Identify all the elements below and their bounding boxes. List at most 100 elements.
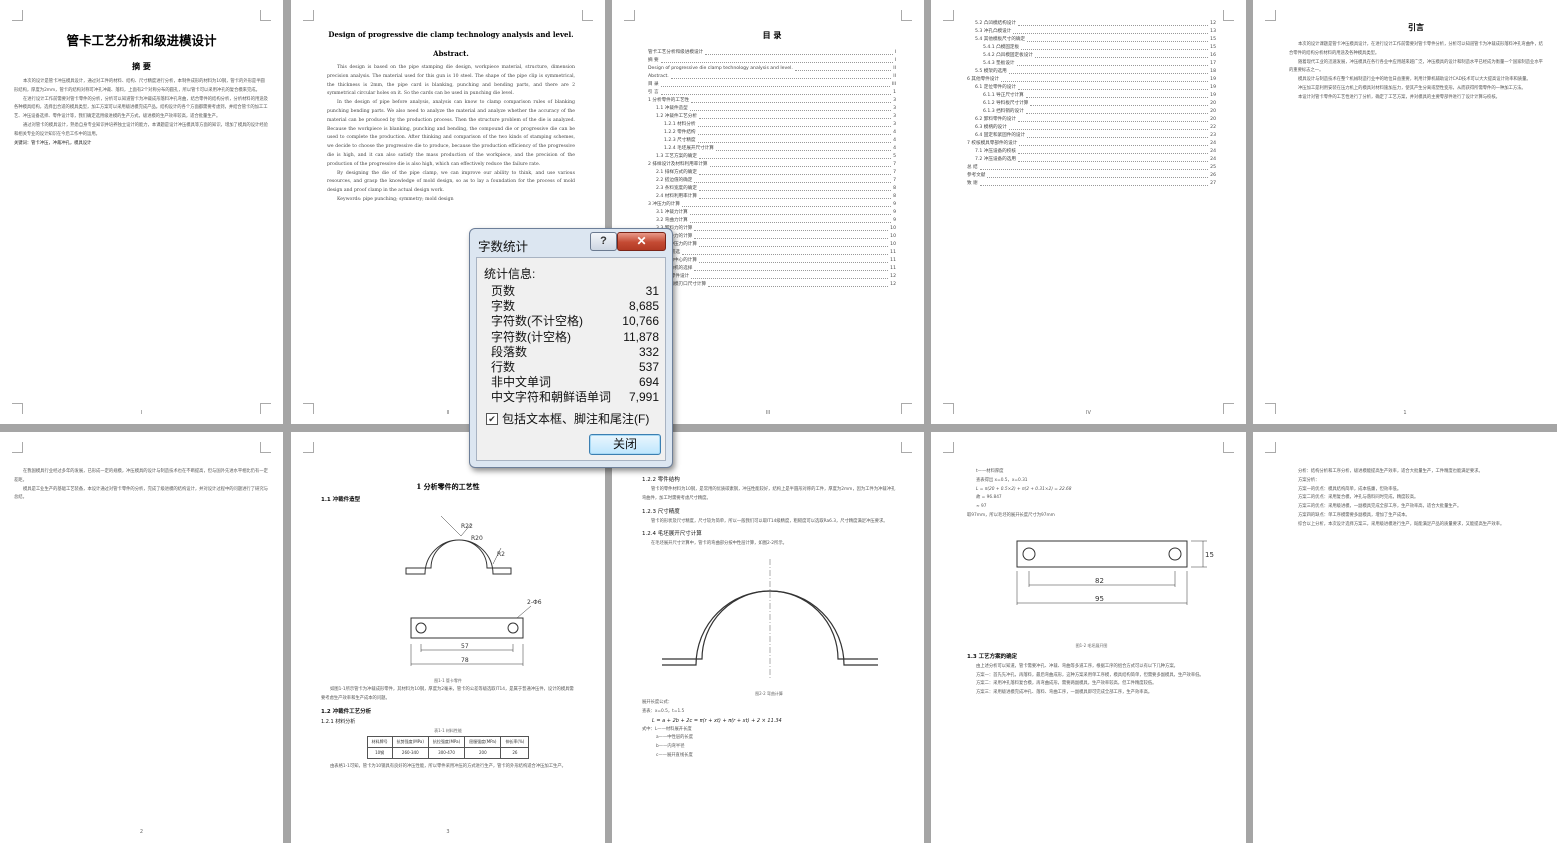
calc-line: b——内弯半径 [656,744,685,750]
toc-entry-page: 9 [893,210,896,215]
abstract-para: In the design of pipe before analysis, a… [327,100,575,167]
toc-entry[interactable]: 7 校核模具零部件的设计 24 [967,140,1216,148]
toc-entry[interactable]: 管卡工艺分析和级进模设计 I [648,49,896,57]
toc-entry[interactable]: 5.4.2 凸凹模固定板设计 16 [967,52,1216,60]
toc-entry[interactable]: 2.4 材料利用率计算 8 [648,193,896,201]
dim-label: R20 [471,535,483,542]
toc-entry[interactable]: 4 压力机的初选11 [648,249,896,257]
toc-entry[interactable]: 6.1 定位零件的设计 19 [967,84,1216,92]
toc-leader [689,217,892,223]
toc-entry[interactable]: 1.1 冲裁件造型 3 [648,105,896,113]
toc-entry[interactable]: 1.2.2 零件结构 4 [648,129,896,137]
close-button[interactable]: 关闭 [589,434,661,455]
body-para: 本设计对管卡零件的工艺性进行了分析，确定了工艺方案，并对模具的主要零部件进行了设… [1298,94,1500,100]
toc-entry[interactable]: 5.5 模架的选用 18 [967,68,1216,76]
page-title: 管卡工艺分析和级进模设计 [66,33,217,48]
dim-label: 95 [1095,595,1104,603]
toc-entry-page: 4 [893,146,896,151]
checkbox-check-icon[interactable]: ✔ [486,412,498,425]
page-number: 3 [446,829,450,835]
table-cell: 260-340 [391,746,429,759]
toc-entry-title: 致 谢 [967,181,978,186]
toc-entry-title: 2.4 材料利用率计算 [656,194,697,199]
toc-entry[interactable]: Design of progressive die clamp technolo… [648,65,896,73]
body-para: 方案一的优点：模具结构简单，成本低廉，但效率低。 [1298,486,1402,492]
chapter-title: 1 分析零件的工艺性 [416,482,480,491]
toc-entry[interactable]: 3 冲压力的计算 9 [648,201,896,209]
help-button[interactable]: ? [590,232,617,251]
toc-entry[interactable]: 5.4.3 垫板设计 17 [967,60,1216,68]
toc-entry[interactable]: 3.2 弯曲力计算 9 [648,217,896,225]
toc-entry[interactable]: 2.1 排样方式的确定 7 [648,169,896,177]
toc-entry[interactable]: 1 分析零件的工艺性 3 [648,97,896,105]
toc-entry[interactable]: 5.4.1 凸模固定板 15 [967,44,1216,52]
stat-label: 字符数(计空格) [491,329,571,344]
toc-entry[interactable]: Abstract. II [648,73,896,81]
toc-entry[interactable]: 1.2.3 尺寸精度 4 [648,137,896,145]
close-x-button[interactable]: ✕ [617,232,666,251]
toc-entry[interactable]: 引 言 1 [648,89,896,97]
body-para: 方案一：首先先冲孔，再落料，最后弯曲成形，这种方案采用单工序模，模具结构简单，但… [976,672,1204,678]
toc-entry[interactable]: 5 模具工作零件设计12 [648,273,896,281]
page-7: 1 分析零件的工艺性 1.1 冲裁件造型 R22 R20 R2 57 78 2-… [291,432,605,843]
dim-label: R22 [461,523,473,530]
calc-line: 取97mm，所以毛坯的展开长度尺寸为97mm [967,512,1055,518]
toc-entry[interactable]: 1.2.1 材料分析 3 [648,121,896,129]
toc-entry[interactable]: 4.2 压力机的选择 11 [648,265,896,273]
toc-entry-title: 7 校核模具零部件的设计 [967,141,1018,146]
toc-entry[interactable]: 3.1 冲裁力计算 9 [648,209,896,217]
toc-entry[interactable]: 总 结 25 [967,164,1216,172]
toc-entry[interactable]: 3.3 卸料力的计算 10 [648,225,896,233]
toc-entry[interactable]: 6.1.3 挡料销的设计 20 [967,108,1216,116]
body-para: 由表格1-1可知，管卡为10钢具有良好的冲压性能，所以零件采用冲压的方式进行生产… [330,763,566,769]
toc-entry-page: 17 [1210,61,1216,66]
toc-entry[interactable]: 1.2 冲裁件工艺分析 3 [648,113,896,121]
toc-entry-page: 3 [893,114,896,119]
toc-entry-title: 5.5 模架的选用 [975,69,1007,74]
toc-entry[interactable]: 1.3 工艺方案的确定 5 [648,153,896,161]
toc-entry-page: 9 [893,218,896,223]
toc-entry[interactable]: 目 录 III [648,81,896,89]
toc-entry-page: 11 [890,266,896,271]
toc-entry[interactable]: 致 谢 27 [967,180,1216,188]
toc-leader [709,161,892,167]
toc-entry[interactable]: 5.2 凸凹模结构设计 12 [967,20,1216,28]
toc-entry[interactable]: 6.4 固定和紧固件的设计 23 [967,132,1216,140]
toc-entry[interactable]: 1.2.4 毛坯展开尺寸计算 4 [648,145,896,153]
toc-entry[interactable]: 2 排样设计及材料利用率计算 7 [648,161,896,169]
toc-entry[interactable]: 6.3 模柄的设计 22 [967,124,1216,132]
toc-entry[interactable]: 5.1 凸凹模刃口尺寸计算 12 [648,281,896,289]
toc-entry-title: 7.1 冲压设备的校核 [975,149,1016,154]
toc-entry[interactable]: 4.1 压力中心的计算 11 [648,257,896,265]
body-para: 方案分析： [1298,477,1320,483]
toc-leader [698,113,892,119]
subsection-heading: 1.2.4 毛坯展开尺寸计算 [642,531,702,538]
include-textboxes-checkbox[interactable]: ✔ 包括文本框、脚注和尾注(F) [486,410,649,427]
toc-entry[interactable]: 2.2 搭边值的确定 7 [648,177,896,185]
toc-leader [1017,20,1209,26]
toc-entry[interactable]: 5.4 其他模板尺寸的确定 15 [967,36,1216,44]
toc-entry[interactable]: 6 其他零件设计 19 [967,76,1216,84]
dim-label: 57 [461,643,469,650]
toc-entry[interactable]: 2.3 条料宽度的确定 8 [648,185,896,193]
toc-entry-title: 5.4 其他模板尺寸的确定 [975,37,1026,42]
toc-entry[interactable]: 参考文献 26 [967,172,1216,180]
toc-entry[interactable]: 6.2 卸料零件的设计 20 [967,116,1216,124]
toc-entry[interactable]: 6.1.2 导料板尺寸计算 20 [967,100,1216,108]
page-title: Design of progressive die clamp technolo… [328,30,574,39]
toc-entry[interactable]: 5.3 冲孔凸模设计 13 [967,28,1216,36]
toc-entry-title: 6.1.1 导正尺寸计算 [983,93,1024,98]
toc-leader [1025,108,1209,114]
toc-entry[interactable]: 7.1 冲压设备的校核 24 [967,148,1216,156]
toc-leader [705,49,893,55]
toc-entry[interactable]: 7.2 冲压设备的选用 24 [967,156,1216,164]
toc-entry-title: 6.1.3 挡料销的设计 [983,109,1024,114]
toc-entry[interactable]: 3.4 推件力的计算 10 [648,233,896,241]
dim-label: 2-Φ6 [527,599,542,606]
toc-entry[interactable]: 摘 要I [648,57,896,65]
page-6: 在我国模具行业经过多年的发展，已形成一定的规模，冲压模具的设计与制造技术也在不断… [0,432,283,843]
table-cell: 200 [464,746,502,759]
stat-label: 字数 [491,299,516,314]
toc-entry[interactable]: 6.1.1 导正尺寸计算 19 [967,92,1216,100]
toc-entry[interactable]: 3.5 总冲压力的计算 10 [648,241,896,249]
